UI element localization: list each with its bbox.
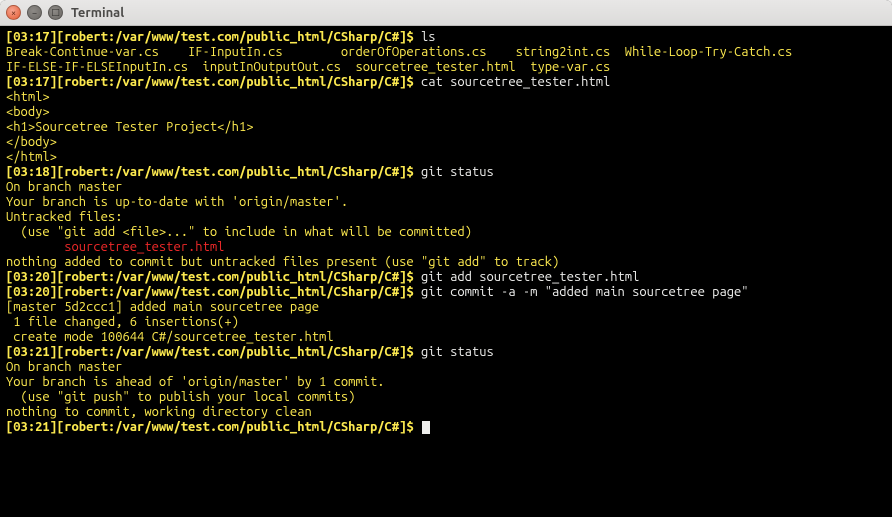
terminal-text: Untracked files: [6,210,122,224]
terminal-line: <html> [6,90,886,105]
terminal-line: [03:20][robert:/var/www/test.com/public_… [6,285,886,300]
terminal-line: <h1>Sourcetree Tester Project</h1> [6,120,886,135]
terminal-line: [03:21][robert:/var/www/test.com/public_… [6,420,886,435]
terminal-text: git status [421,165,494,179]
terminal-text: create mode 100644 C#/sourcetree_tester.… [6,330,334,344]
terminal-text: [03:21][robert:/var/www/test.com/public_… [6,345,421,359]
terminal-line: sourcetree_tester.html [6,240,886,255]
terminal-line: nothing to commit, working directory cle… [6,405,886,420]
terminal-line: (use "git add <file>..." to include in w… [6,225,886,240]
titlebar: × − □ Terminal [0,0,892,26]
terminal-line: 1 file changed, 6 insertions(+) [6,315,886,330]
terminal-line: </body> [6,135,886,150]
terminal-text: sourcetree_tester.html [6,240,224,254]
terminal-text: <html> [6,90,50,104]
terminal-line: [03:18][robert:/var/www/test.com/public_… [6,165,886,180]
terminal-line: IF-ELSE-IF-ELSEInputIn.cs inputInOutputO… [6,60,886,75]
terminal-line: Your branch is ahead of 'origin/master' … [6,375,886,390]
terminal-text: [master 5d2ccc1] added main sourcetree p… [6,300,319,314]
terminal-line: nothing added to commit but untracked fi… [6,255,886,270]
terminal-line: Your branch is up-to-date with 'origin/m… [6,195,886,210]
terminal-text: Your branch is up-to-date with 'origin/m… [6,195,348,209]
terminal-text: [03:18][robert:/var/www/test.com/public_… [6,165,421,179]
terminal-text: <h1>Sourcetree Tester Project</h1> [6,120,254,134]
terminal-line: [03:21][robert:/var/www/test.com/public_… [6,345,886,360]
terminal-text: [03:17][robert:/var/www/test.com/public_… [6,75,421,89]
terminal-text: [03:20][robert:/var/www/test.com/public_… [6,270,421,284]
terminal-text: cat sourcetree_tester.html [421,75,610,89]
terminal-text: </body> [6,135,57,149]
maximize-icon[interactable]: □ [48,5,63,20]
terminal-text: On branch master [6,180,122,194]
terminal-text: </html> [6,150,57,164]
terminal-text: IF-ELSE-IF-ELSEInputIn.cs inputInOutputO… [6,60,610,74]
cursor [422,421,430,434]
terminal-text: Break-Continue-var.cs IF-InputIn.cs orde… [6,45,792,59]
terminal-line: On branch master [6,360,886,375]
terminal-line: </html> [6,150,886,165]
terminal-output[interactable]: [03:17][robert:/var/www/test.com/public_… [0,26,892,517]
terminal-line: <body> [6,105,886,120]
terminal-text: (use "git add <file>..." to include in w… [6,225,472,239]
terminal-line: [03:17][robert:/var/www/test.com/public_… [6,75,886,90]
minimize-icon[interactable]: − [27,5,42,20]
window-controls: × − □ [6,5,63,20]
terminal-text: Your branch is ahead of 'origin/master' … [6,375,385,389]
terminal-text: ls [421,30,436,44]
terminal-text: [03:20][robert:/var/www/test.com/public_… [6,285,421,299]
terminal-line: [03:20][robert:/var/www/test.com/public_… [6,270,886,285]
terminal-line: [03:17][robert:/var/www/test.com/public_… [6,30,886,45]
terminal-text: [03:21][robert:/var/www/test.com/public_… [6,420,421,434]
terminal-text: git status [421,345,494,359]
terminal-text: On branch master [6,360,122,374]
terminal-window: × − □ Terminal [03:17][robert:/var/www/t… [0,0,892,517]
terminal-text: git commit -a -m "added main sourcetree … [421,285,749,299]
terminal-line: create mode 100644 C#/sourcetree_tester.… [6,330,886,345]
terminal-line: Break-Continue-var.cs IF-InputIn.cs orde… [6,45,886,60]
terminal-text: git add sourcetree_tester.html [421,270,639,284]
terminal-text: [03:17][robert:/var/www/test.com/public_… [6,30,421,44]
close-icon[interactable]: × [6,5,21,20]
terminal-text: nothing to commit, working directory cle… [6,405,312,419]
terminal-text: <body> [6,105,50,119]
terminal-text: nothing added to commit but untracked fi… [6,255,559,269]
terminal-line: Untracked files: [6,210,886,225]
terminal-text: 1 file changed, 6 insertions(+) [6,315,239,329]
terminal-line: (use "git push" to publish your local co… [6,390,886,405]
terminal-line: On branch master [6,180,886,195]
terminal-text: (use "git push" to publish your local co… [6,390,355,404]
window-title: Terminal [71,6,124,20]
terminal-line: [master 5d2ccc1] added main sourcetree p… [6,300,886,315]
